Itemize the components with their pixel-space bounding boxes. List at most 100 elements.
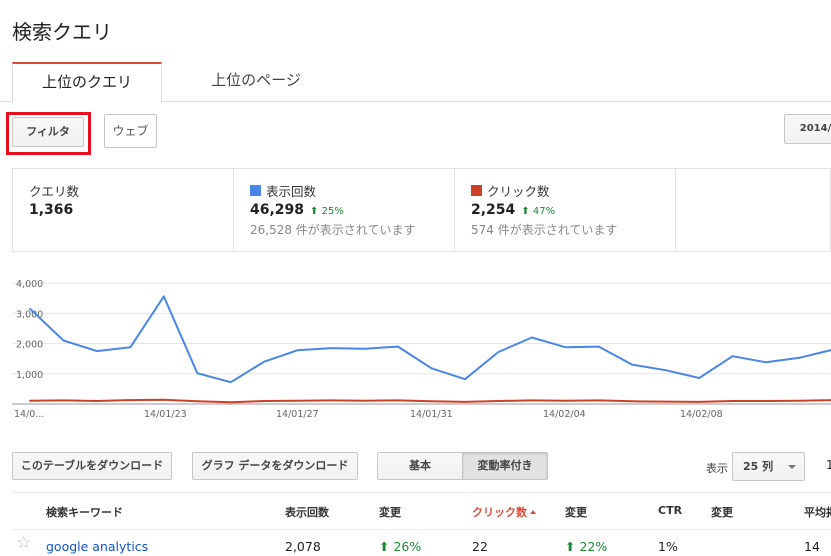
stat-impressions[interactable]: 表示回数 46,298 ⬆ 25% 26,528 件が表示されています [234,169,455,251]
impressions-series-line [29,295,831,384]
cell-impressions-change-value: 26% [393,539,422,554]
clicks-point [96,400,98,402]
clicks-point [531,399,533,402]
chevron-down-icon [788,465,796,469]
clicks-point [62,399,65,402]
impressions-point [531,336,533,339]
cell-impressions-change: ⬆ 26% [379,539,421,554]
clicks-point [296,399,299,402]
impressions-point [196,372,199,375]
stat-clicks-change: ⬆ 47% [521,206,555,217]
up-arrow-icon: ⬆ [565,539,576,554]
impressions-point [129,346,132,349]
impressions-point [564,346,567,349]
page-title: 検索クエリ [12,20,112,44]
impressions-point [631,363,634,366]
impressions-point [464,378,466,381]
impressions-point [698,377,701,379]
x-tick-label: 14/02/04 [543,409,586,420]
performance-chart[interactable]: 4,0003,0002,0001,00014/0... 14/01/23 14/01… [0,262,831,422]
clicks-point [196,400,199,403]
col-keyword[interactable]: 検索キーワード [46,504,123,520]
clicks-point [162,398,165,401]
clicks-series-line [29,398,831,404]
cell-ctr: 1% [658,539,678,554]
stat-clicks-label: クリック数 [487,184,550,199]
impressions-point [664,369,667,372]
col-clicks[interactable]: クリック数 [472,504,536,520]
impressions-point [229,381,232,384]
col-clicks-change[interactable]: 変更 [565,504,587,520]
clicks-point [731,400,734,402]
col-impressions[interactable]: 表示回数 [285,504,329,520]
cell-avg-position: 14 [804,539,820,554]
impressions-point [430,367,433,370]
x-tick-label: 14/01/27 [276,409,319,420]
clicks-point [29,399,31,402]
x-tick-label: 14/02/08 [680,409,723,420]
x-tick-label: 14/01/31 [410,409,453,420]
rows-show-label: 表示 [706,462,728,475]
filter-button[interactable]: フィルタ [12,117,84,147]
table-header: 検索キーワード 表示回数 変更 クリック数 変更 CTR 変更 平均掲 [12,492,831,530]
rows-per-page-value: 25 列 [743,460,774,473]
tab-bar: 上位のクエリ 上位のページ [0,62,831,103]
impressions-point [363,347,366,350]
y-tick-label: 1,000 [16,370,43,381]
stat-clicks-change-value: 47% [532,206,556,217]
mode-change-rate-button[interactable]: 変動率付き [462,452,548,480]
stat-impressions-sub: 26,528 件が表示されています [250,223,416,237]
clicks-point [765,400,767,402]
impressions-point [397,345,399,348]
keyword-link[interactable]: google analytics [46,539,148,554]
impressions-point [597,345,600,348]
clicks-point [631,400,634,403]
impressions-point [330,347,332,349]
clicks-point [397,399,399,402]
stat-impressions-value: 46,298 [250,202,305,218]
table-row: ☆ google analytics 2,078 ⬆ 26% 22 ⬆ 22% … [12,531,831,556]
cell-impressions: 2,078 [285,539,321,554]
impressions-point [296,349,299,352]
clicks-swatch-icon [471,185,482,196]
sort-ascending-icon [530,510,536,514]
date-range-button[interactable]: 2014/0 [784,114,831,144]
col-ctr-change[interactable]: 変更 [711,504,733,520]
clicks-point [564,399,567,402]
col-impressions-change[interactable]: 変更 [379,504,401,520]
col-avg-position[interactable]: 平均掲 [804,504,831,520]
web-search-type-button[interactable]: ウェブ [104,114,157,148]
stat-clicks[interactable]: クリック数 2,254 ⬆ 47% 574 件が表示されています [455,169,676,251]
up-arrow-icon: ⬆ [521,206,530,217]
clicks-point [229,401,232,404]
impressions-point [497,351,500,353]
stat-impressions-label: 表示回数 [266,184,317,199]
star-icon[interactable]: ☆ [16,535,31,552]
download-table-button[interactable]: このテーブルをダウンロード [12,452,172,480]
clicks-point [330,399,332,402]
stat-impressions-change: ⬆ 25% [310,206,344,217]
col-ctr[interactable]: CTR [658,504,682,517]
cell-clicks-change-value: 22% [579,539,608,554]
stat-clicks-sub: 574 件が表示されています [471,223,618,237]
clicks-point [430,400,433,403]
impressions-point [62,339,65,342]
col-clicks-label: クリック数 [472,506,527,519]
up-arrow-icon: ⬆ [379,539,390,554]
clicks-point [798,399,801,402]
stat-impressions-change-value: 25% [321,206,344,217]
tab-top-pages[interactable]: 上位のページ [176,62,336,102]
stat-queries-value: 1,366 [29,202,74,218]
tab-top-queries[interactable]: 上位のクエリ [12,62,162,103]
page-number: 1 [826,458,831,472]
stat-queries-label: クエリ数 [29,184,80,199]
x-tick-label: 14/01/23 [144,409,187,420]
y-tick-label: 4,000 [16,279,43,290]
x-tick-label: 14/0... [14,409,44,420]
impressions-point [263,360,266,363]
rows-per-page-select[interactable]: 25 列 [732,452,805,481]
clicks-point [698,401,701,403]
clicks-point [263,400,266,402]
download-chart-data-button[interactable]: グラフ データをダウンロード [192,452,358,480]
mode-basic-button[interactable]: 基本 [377,452,463,480]
